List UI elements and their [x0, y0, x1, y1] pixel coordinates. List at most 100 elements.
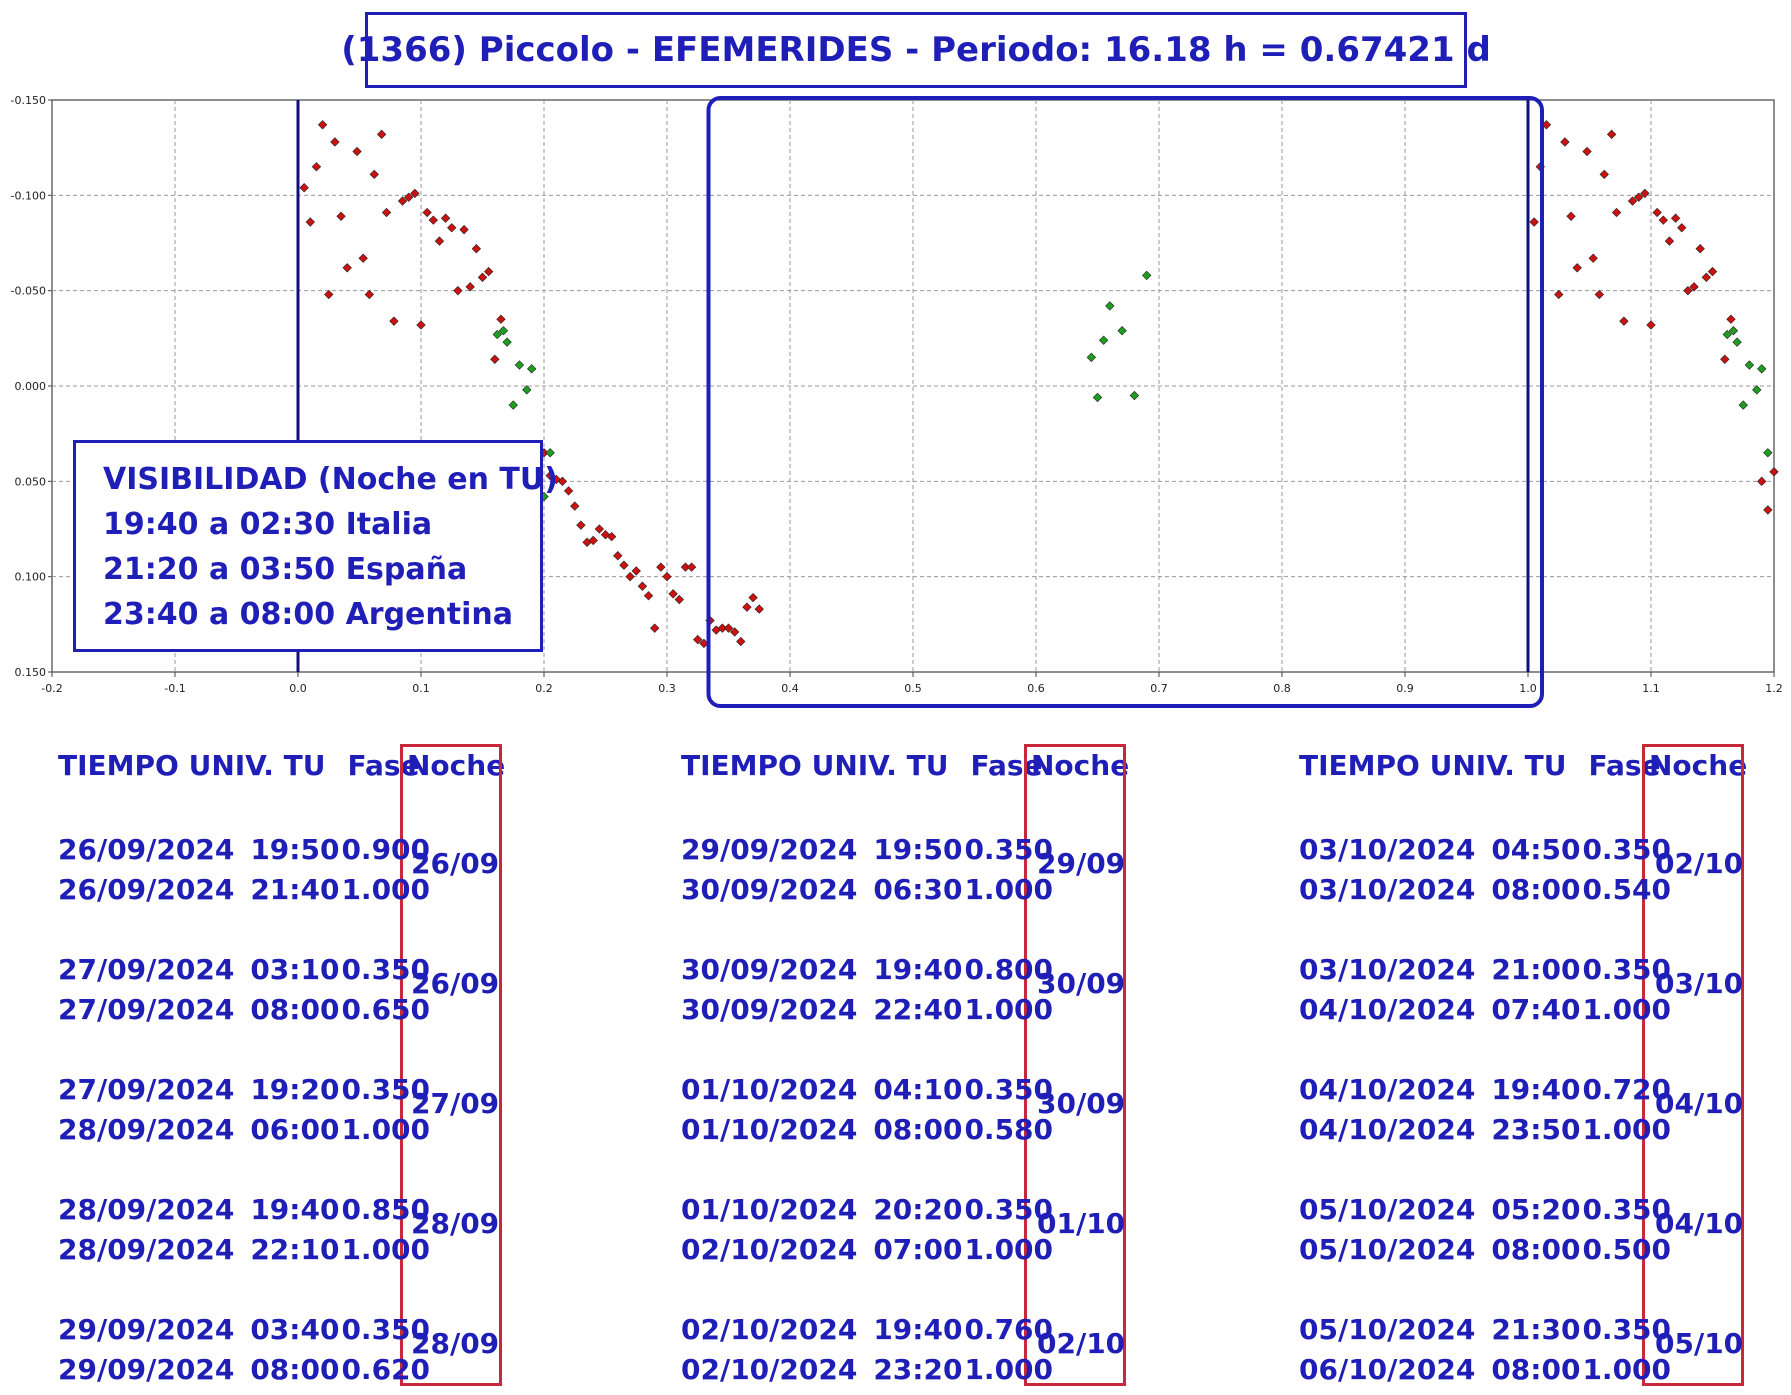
row-time: 21:30 — [1491, 1313, 1581, 1346]
header-time-label: TIEMPO UNIV. TU — [681, 749, 949, 782]
row-date: 26/09/2024 — [58, 873, 235, 906]
y-tick-label: 0.150 — [15, 666, 47, 679]
ephemeris-row: 29/09/2024 08:000.620 — [58, 1350, 430, 1390]
row-date: 27/09/2024 — [58, 953, 235, 986]
row-date: 27/09/2024 — [58, 993, 235, 1026]
visibility-italia: 19:40 a 02:30 Italia — [103, 507, 433, 542]
ephemeris-group: 29/09/2024 19:500.350 30/09/2024 06:301.000 — [681, 830, 1053, 910]
row-time: 23:20 — [873, 1353, 963, 1386]
x-tick-label: 0.9 — [1396, 682, 1414, 695]
row-date: 05/10/2024 — [1299, 1233, 1476, 1266]
ephemeris-group: 05/10/2024 21:300.350 06/10/2024 08:001.000 — [1299, 1310, 1671, 1390]
row-time: 08:00 — [873, 1113, 963, 1146]
row-date: 01/10/2024 — [681, 1113, 858, 1146]
row-date: 02/10/2024 — [681, 1233, 858, 1266]
night-value: 26/09 — [411, 967, 500, 1000]
ephemeris-row: 27/09/2024 19:200.350 — [58, 1070, 430, 1110]
row-time: 04:50 — [1491, 833, 1581, 866]
row-time: 19:40 — [1491, 1073, 1581, 1106]
night-value: 02/10 — [1037, 1327, 1126, 1360]
ephemeris-row: 27/09/2024 08:000.650 — [58, 990, 430, 1030]
row-time: 21:40 — [250, 873, 340, 906]
ephemeris-row: 29/09/2024 03:400.350 — [58, 1310, 430, 1350]
row-time: 19:50 — [250, 833, 340, 866]
night-value: 02/10 — [1655, 847, 1744, 880]
row-time: 08:00 — [1491, 1233, 1581, 1266]
row-date: 05/10/2024 — [1299, 1193, 1476, 1226]
row-time: 07:40 — [1491, 993, 1581, 1026]
ephemeris-row: 28/09/2024 19:400.850 — [58, 1190, 430, 1230]
row-time: 08:00 — [1491, 1353, 1581, 1386]
x-tick-label: 0.8 — [1273, 682, 1291, 695]
row-time: 19:50 — [873, 833, 963, 866]
ephemeris-row: 03/10/2024 04:500.350 — [1299, 830, 1671, 870]
night-value: 04/10 — [1655, 1087, 1744, 1120]
row-time: 23:50 — [1491, 1113, 1581, 1146]
row-time: 03:10 — [250, 953, 340, 986]
x-tick-label: 0.6 — [1027, 682, 1045, 695]
y-tick-label: 0.000 — [15, 380, 47, 393]
row-date: 28/09/2024 — [58, 1233, 235, 1266]
ephemeris-row: 04/10/2024 19:400.720 — [1299, 1070, 1671, 1110]
ephemeris-row: 02/10/2024 23:201.000 — [681, 1350, 1053, 1390]
ephemeris-row: 06/10/2024 08:001.000 — [1299, 1350, 1671, 1390]
row-time: 19:40 — [873, 1313, 963, 1346]
ephemeris-group: 01/10/2024 20:200.350 02/10/2024 07:001.000 — [681, 1190, 1053, 1270]
table-header-time: TIEMPO UNIV. TU Fase — [681, 749, 1043, 782]
ephemeris-group: 03/10/2024 21:000.350 04/10/2024 07:401.000 — [1299, 950, 1671, 1030]
ephemeris-group: 26/09/2024 19:500.900 26/09/2024 21:401.000 — [58, 830, 430, 910]
ephemeris-group: 04/10/2024 19:400.720 04/10/2024 23:501.000 — [1299, 1070, 1671, 1150]
row-date: 03/10/2024 — [1299, 953, 1476, 986]
x-tick-label: 0.4 — [781, 682, 799, 695]
row-time: 21:00 — [1491, 953, 1581, 986]
row-date: 29/09/2024 — [681, 833, 858, 866]
row-time: 19:40 — [873, 953, 963, 986]
chart-title: (1366) Piccolo - EFEMERIDES - Periodo: 1… — [341, 30, 1491, 70]
header-time-label: TIEMPO UNIV. TU — [58, 749, 326, 782]
row-date: 01/10/2024 — [681, 1193, 858, 1226]
ephemeris-row: 29/09/2024 19:500.350 — [681, 830, 1053, 870]
row-time: 22:10 — [250, 1233, 340, 1266]
ephemeris-row: 28/09/2024 22:101.000 — [58, 1230, 430, 1270]
y-tick-label: 0.100 — [15, 571, 47, 584]
ephemeris-row: 30/09/2024 19:400.800 — [681, 950, 1053, 990]
row-time: 20:20 — [873, 1193, 963, 1226]
ephemeris-row: 05/10/2024 08:000.500 — [1299, 1230, 1671, 1270]
row-date: 04/10/2024 — [1299, 993, 1476, 1026]
header-time-label: TIEMPO UNIV. TU — [1299, 749, 1567, 782]
row-time: 03:40 — [250, 1313, 340, 1346]
y-tick-label: -0.050 — [11, 285, 46, 298]
row-date: 02/10/2024 — [681, 1313, 858, 1346]
ephemeris-group: 27/09/2024 19:200.350 28/09/2024 06:001.000 — [58, 1070, 430, 1150]
row-date: 03/10/2024 — [1299, 873, 1476, 906]
ephemeris-group: 27/09/2024 03:100.350 27/09/2024 08:000.650 — [58, 950, 430, 1030]
row-date: 29/09/2024 — [58, 1313, 235, 1346]
ephemeris-row: 01/10/2024 08:000.580 — [681, 1110, 1053, 1150]
ephemeris-group: 30/09/2024 19:400.800 30/09/2024 22:401.000 — [681, 950, 1053, 1030]
row-date: 06/10/2024 — [1299, 1353, 1476, 1386]
row-date: 30/09/2024 — [681, 953, 858, 986]
x-tick-label: -0.1 — [164, 682, 185, 695]
table-header-time: TIEMPO UNIV. TU Fase — [58, 749, 420, 782]
night-value: 01/10 — [1037, 1207, 1126, 1240]
ephemeris-group: 02/10/2024 19:400.760 02/10/2024 23:201.000 — [681, 1310, 1053, 1390]
ephemeris-row: 30/09/2024 22:401.000 — [681, 990, 1053, 1030]
y-tick-label: 0.050 — [15, 475, 47, 488]
row-date: 01/10/2024 — [681, 1073, 858, 1106]
visibility-heading: VISIBILIDAD (Noche en TU) — [103, 462, 558, 497]
x-tick-label: 1.1 — [1642, 682, 1660, 695]
ephemeris-row: 26/09/2024 19:500.900 — [58, 830, 430, 870]
ephemeris-group: 29/09/2024 03:400.350 29/09/2024 08:000.620 — [58, 1310, 430, 1390]
x-tick-label: 0.0 — [289, 682, 307, 695]
y-tick-label: -0.100 — [11, 189, 46, 202]
table-header-time: TIEMPO UNIV. TU Fase — [1299, 749, 1661, 782]
ephemeris-row: 03/10/2024 08:000.540 — [1299, 870, 1671, 910]
night-value: 27/09 — [411, 1087, 500, 1120]
night-value: 05/10 — [1655, 1327, 1744, 1360]
ephemeris-row: 02/10/2024 07:001.000 — [681, 1230, 1053, 1270]
x-tick-label: 0.2 — [535, 682, 553, 695]
x-tick-label: 1.2 — [1765, 682, 1783, 695]
ephemeris-row: 01/10/2024 20:200.350 — [681, 1190, 1053, 1230]
ephemeris-row: 30/09/2024 06:301.000 — [681, 870, 1053, 910]
row-time: 22:40 — [873, 993, 963, 1026]
